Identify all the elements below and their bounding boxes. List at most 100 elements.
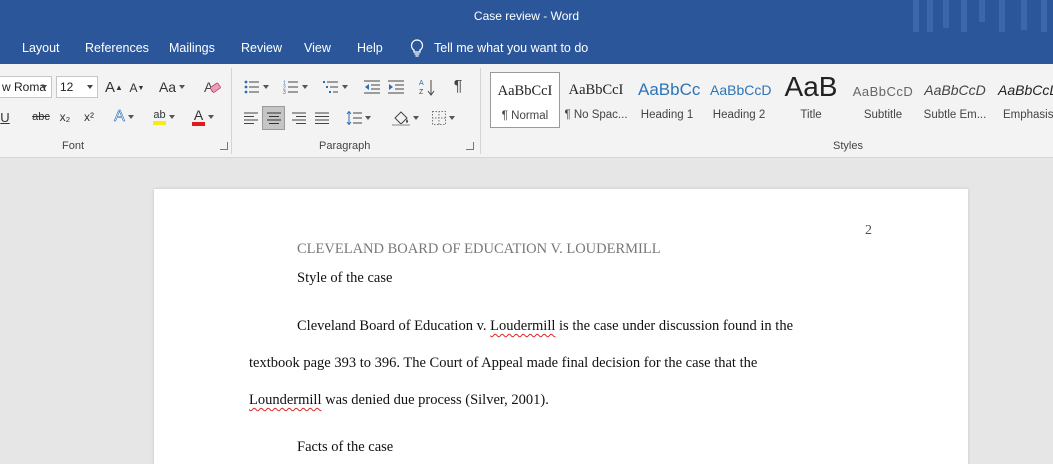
running-head: CLEVELAND BOARD OF EDUCATION V. LOUDERMI… bbox=[297, 241, 661, 257]
style-label: Emphasis bbox=[1003, 109, 1053, 121]
grow-font-button[interactable]: A ▲ bbox=[104, 77, 124, 97]
tab-mailings[interactable]: Mailings bbox=[169, 41, 215, 55]
align-right-button[interactable] bbox=[289, 107, 309, 129]
text-effects-icon: A bbox=[114, 108, 125, 126]
style-sample: AaBbCcD bbox=[924, 82, 986, 98]
font-group-label: Font bbox=[62, 140, 85, 152]
borders-icon bbox=[431, 111, 446, 125]
strikethrough-button[interactable]: abc bbox=[30, 107, 52, 127]
heading-facts-of-case: Facts of the case bbox=[297, 439, 394, 455]
clear-formatting-button[interactable]: A bbox=[201, 77, 223, 97]
font-size-combo[interactable]: 12 bbox=[56, 76, 98, 98]
shading-button[interactable] bbox=[388, 107, 422, 129]
tell-me-search[interactable]: Tell me what you want to do bbox=[410, 39, 588, 57]
line-spacing-button[interactable] bbox=[342, 107, 374, 129]
subscript-button[interactable]: x₂ bbox=[57, 107, 73, 127]
tell-me-label: Tell me what you want to do bbox=[434, 41, 589, 55]
underline-icon: U bbox=[0, 109, 10, 125]
style-label: Title bbox=[800, 109, 822, 121]
superscript-button[interactable]: x² bbox=[81, 107, 97, 127]
style-sample: AaBbCcI bbox=[497, 83, 553, 99]
increase-indent-icon bbox=[388, 80, 404, 94]
style-sample: AaB bbox=[784, 71, 838, 102]
justify-button[interactable] bbox=[312, 107, 332, 129]
bullets-button[interactable] bbox=[240, 77, 272, 97]
font-color-button[interactable]: A bbox=[187, 107, 219, 127]
sort-button[interactable]: A Z bbox=[417, 76, 437, 98]
pilcrow-icon: ¶ bbox=[453, 78, 463, 95]
styles-group-label: Styles bbox=[833, 140, 863, 152]
highlight-button[interactable]: ab bbox=[148, 107, 180, 127]
svg-text:Z: Z bbox=[419, 89, 424, 96]
document-page[interactable]: 2 CLEVELAND BOARD OF EDUCATION V. LOUDER… bbox=[154, 189, 968, 464]
font-dialog-launcher[interactable] bbox=[220, 142, 228, 150]
align-center-button[interactable] bbox=[262, 106, 285, 130]
sort-icon: A Z bbox=[419, 80, 435, 96]
paragraph-line: Cleveland Board of Education v. Loudermi… bbox=[297, 318, 793, 335]
decrease-indent-button[interactable] bbox=[362, 77, 382, 97]
text-run: was denied due process (Silver, 2001). bbox=[321, 392, 549, 408]
align-left-icon bbox=[244, 112, 258, 124]
group-separator bbox=[480, 68, 481, 154]
style-label: Heading 1 bbox=[640, 109, 694, 121]
style-sample: AaBbCcD bbox=[852, 84, 914, 99]
underline-button[interactable]: U bbox=[0, 107, 12, 127]
ribbon-tabs: Layout References Mailings Review View H… bbox=[0, 32, 1053, 64]
style-subtitle[interactable]: AaBbCcD Subtitle bbox=[848, 72, 918, 128]
tab-references[interactable]: References bbox=[85, 41, 149, 55]
style-sample: AaBbCcD bbox=[998, 82, 1053, 98]
superscript-icon: x² bbox=[84, 110, 94, 124]
text-run: is the case under discussion found in th… bbox=[555, 318, 793, 334]
change-case-icon: Aa bbox=[158, 79, 177, 95]
style-label: Subtle Em... bbox=[923, 109, 987, 121]
style-label: ¶ Normal bbox=[501, 110, 549, 122]
tab-help[interactable]: Help bbox=[357, 41, 383, 55]
style-sample: AaBbCc bbox=[638, 80, 701, 99]
style-heading-2[interactable]: AaBbCcD Heading 2 bbox=[704, 72, 774, 128]
tab-layout[interactable]: Layout bbox=[22, 41, 60, 55]
style-title[interactable]: AaB Title bbox=[776, 71, 846, 128]
align-left-button[interactable] bbox=[241, 107, 261, 129]
borders-button[interactable] bbox=[427, 107, 459, 129]
page-number: 2 bbox=[865, 223, 872, 238]
style-label: ¶ No Spac... bbox=[564, 109, 628, 121]
shrink-font-icon: A bbox=[129, 81, 138, 95]
font-size-value: 12 bbox=[60, 80, 74, 94]
show-formatting-button[interactable]: ¶ bbox=[449, 76, 467, 98]
clear-formatting-icon: A bbox=[204, 79, 221, 95]
font-name-combo[interactable]: w Roma bbox=[0, 76, 52, 98]
spelling-error[interactable]: Loundermill bbox=[249, 392, 322, 408]
chevron-down-icon bbox=[87, 85, 93, 89]
ribbon: w Roma 12 A ▲ A ▼ Aa A U abc x₂ x² A ab A … bbox=[0, 64, 1053, 158]
paragraph-dialog-launcher[interactable] bbox=[466, 142, 474, 150]
highlight-icon: ab bbox=[153, 109, 166, 125]
style-subtle-emphasis[interactable]: AaBbCcD Subtle Em... bbox=[920, 72, 990, 128]
multilevel-list-button[interactable] bbox=[318, 77, 352, 97]
spelling-error[interactable]: Loudermill bbox=[490, 318, 555, 334]
svg-text:3: 3 bbox=[283, 90, 286, 94]
heading-style-of-case: Style of the case bbox=[297, 270, 393, 286]
group-separator bbox=[231, 68, 232, 154]
paragraph-group-label: Paragraph bbox=[319, 140, 371, 152]
tab-review[interactable]: Review bbox=[241, 41, 282, 55]
title-bar: Case review - Word bbox=[0, 0, 1053, 32]
align-center-icon bbox=[266, 112, 281, 124]
style-heading-1[interactable]: AaBbCc Heading 1 bbox=[632, 72, 702, 128]
style-emphasis[interactable]: AaBbCcD Emphasis bbox=[992, 72, 1053, 128]
text-effects-button[interactable]: A bbox=[110, 107, 138, 127]
style-normal[interactable]: AaBbCcI ¶ Normal bbox=[490, 72, 560, 128]
numbering-button[interactable]: 123 bbox=[279, 77, 311, 97]
increase-indent-button[interactable] bbox=[386, 77, 406, 97]
text-run: Cleveland Board of Education v. bbox=[297, 318, 491, 334]
tab-view[interactable]: View bbox=[304, 41, 331, 55]
style-no-spacing[interactable]: AaBbCcI ¶ No Spac... bbox=[561, 72, 631, 128]
style-label: Subtitle bbox=[863, 109, 903, 121]
paint-bucket-icon bbox=[391, 111, 410, 126]
change-case-button[interactable]: Aa bbox=[156, 77, 188, 97]
paragraph-line: textbook page 393 to 396. The Court of A… bbox=[249, 355, 758, 371]
shrink-font-button[interactable]: A ▼ bbox=[128, 78, 146, 98]
strikethrough-icon: abc bbox=[32, 111, 50, 123]
line-spacing-icon bbox=[346, 111, 362, 125]
multilevel-list-icon bbox=[322, 81, 338, 93]
bullets-icon bbox=[244, 80, 259, 94]
